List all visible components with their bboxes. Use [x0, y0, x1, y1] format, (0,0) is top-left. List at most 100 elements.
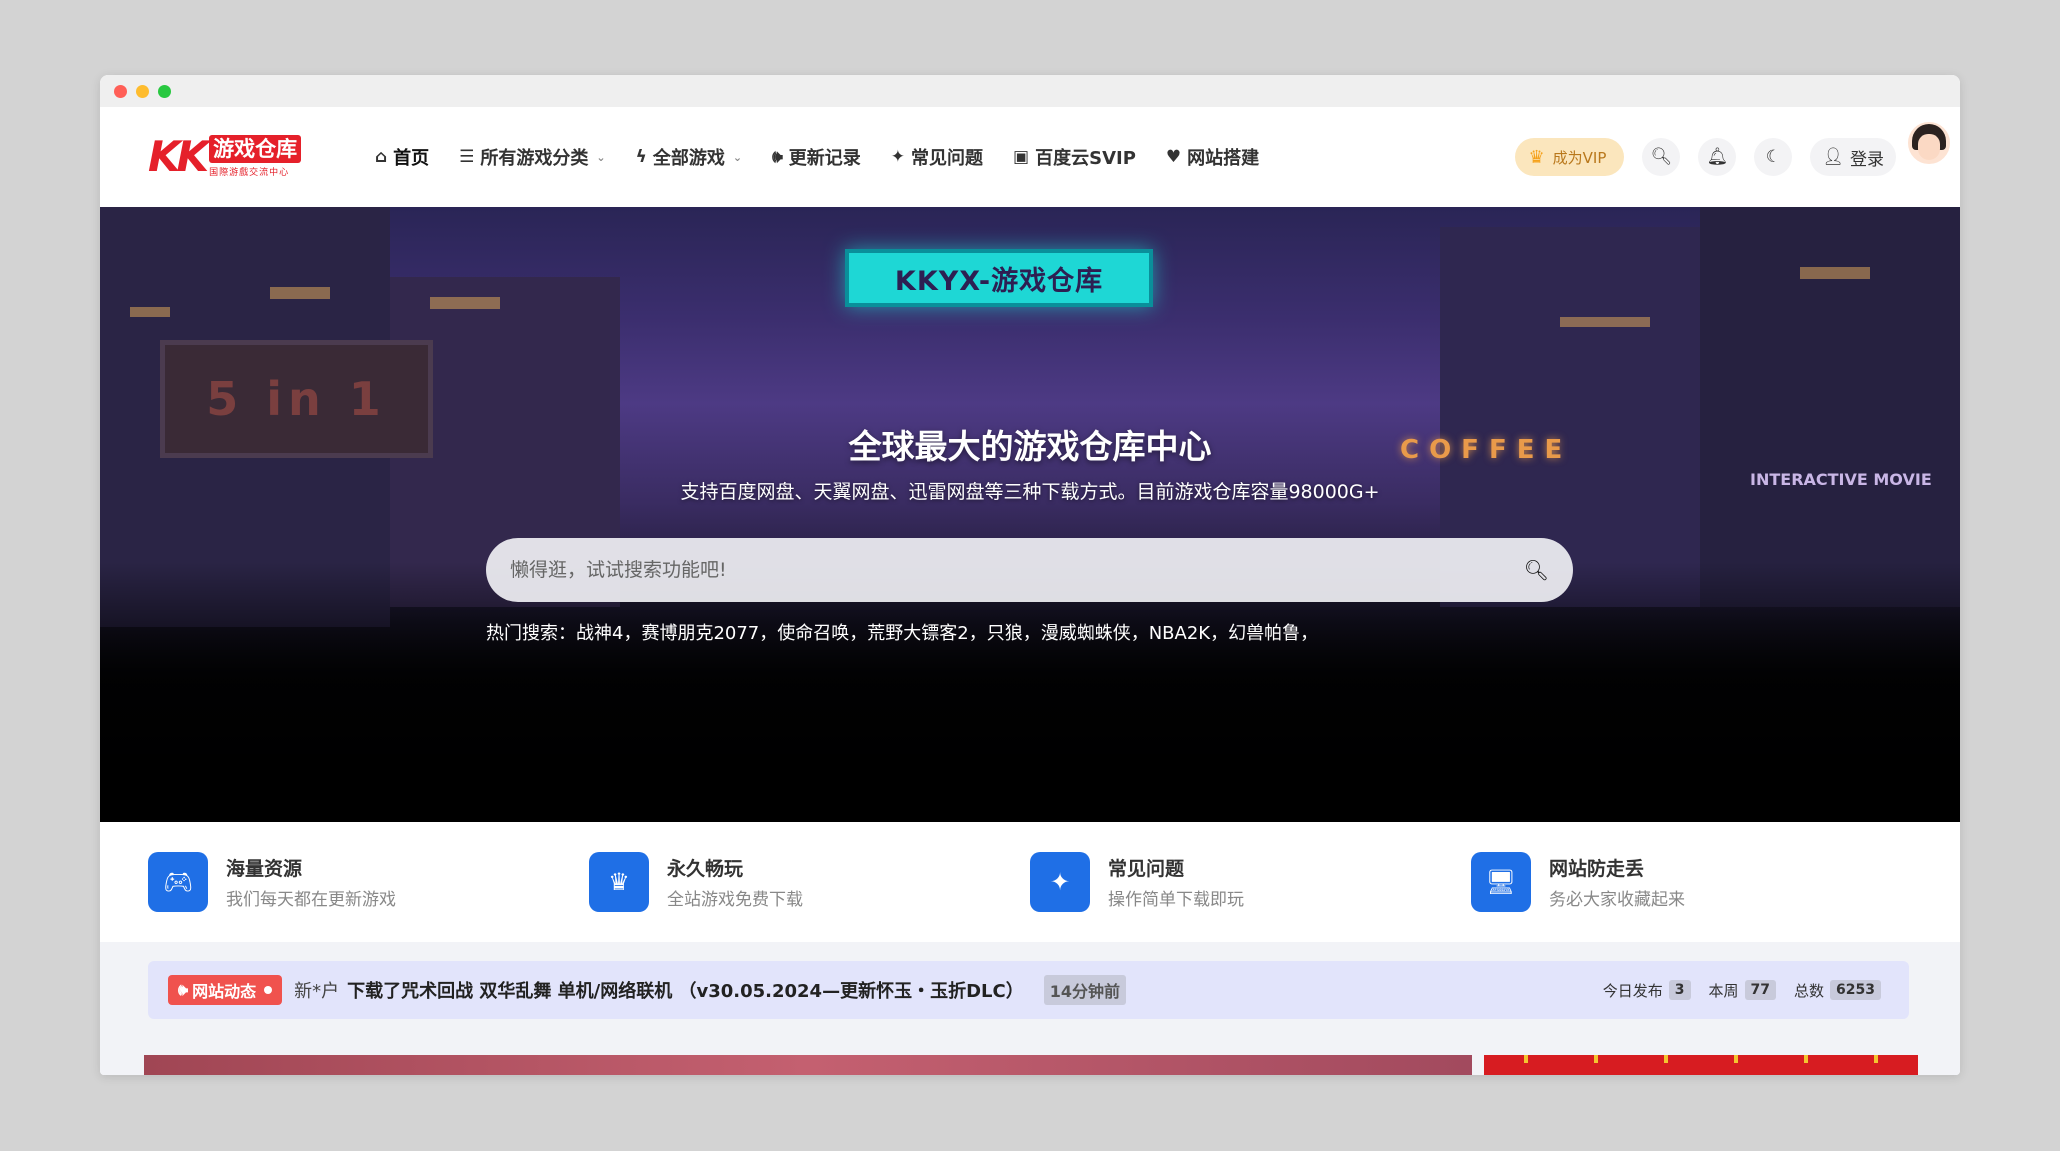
hot-search-item[interactable]: NBA2K，	[1149, 619, 1228, 645]
nav-item-faq[interactable]: ✦ 常见问题	[891, 144, 983, 170]
user-icon: 👤︎	[1822, 147, 1844, 167]
nav-item-site-building[interactable]: ♥ 网站搭建	[1166, 144, 1259, 170]
search-button[interactable]: 🔍︎	[1642, 138, 1681, 176]
publish-stats: 今日发布 3 本周 77 总数 6253	[1603, 961, 1881, 1019]
stat-value: 6253	[1830, 980, 1881, 1000]
feature-desc: 务必大家收藏起来	[1549, 890, 1685, 910]
content-area: 🕪 网站动态 新*户 下载了咒术回战 双华乱舞 单机/网络联机 （v30.05.…	[100, 942, 1960, 1075]
monitor-icon: 🖥︎	[1471, 852, 1531, 912]
hero-subtitle: 支持百度网盘、天翼网盘、迅雷网盘等三种下载方式。目前游戏仓库容量98000G+	[680, 481, 1380, 503]
hot-search-item[interactable]: 荒野大镖客2，	[867, 619, 986, 645]
feature-title: 永久畅玩	[667, 858, 744, 880]
search-icon: 🔍︎	[1650, 147, 1673, 167]
site-logo[interactable]: KK 游戏仓库 国際游戲交流中心	[148, 132, 302, 181]
avatar[interactable]	[1906, 120, 1952, 166]
nav-item-label: 首页	[393, 148, 430, 169]
login-label: 登录	[1850, 149, 1884, 170]
feature-desc: 我们每天都在更新游戏	[226, 890, 396, 910]
nav-item-all-categories[interactable]: ☰ 所有游戏分类 ⌄	[459, 144, 605, 170]
moon-icon: ☾	[1765, 147, 1782, 167]
feature-row: 🎮︎ 海量资源 我们每天都在更新游戏 ♛ 永久畅玩 全站游戏免费下载 ✦ 常见问…	[100, 822, 1960, 942]
hot-search-item[interactable]: 战神4，	[576, 619, 641, 645]
live-dot-icon	[264, 986, 273, 994]
minimize-window-button[interactable]	[136, 84, 149, 98]
feature-desc: 全站游戏免费下载	[667, 890, 803, 910]
nav-item-baidu-svip[interactable]: ▣ 百度云SVIP	[1013, 144, 1136, 170]
feature-desc: 操作简单下载即玩	[1108, 890, 1244, 910]
nav-item-label: 所有游戏分类	[480, 148, 589, 169]
logo-mark: KK	[148, 132, 209, 181]
featured-banner-left[interactable]	[144, 1055, 1472, 1075]
feature-title: 常见问题	[1108, 858, 1185, 880]
activity-time: 14分钟前	[1043, 975, 1126, 1005]
megaphone-icon: 🕪	[178, 980, 189, 999]
nav-item-update-log[interactable]: 🕪 更新记录	[772, 144, 861, 170]
nav-item-label: 常见问题	[911, 148, 984, 169]
stat-label: 本周	[1708, 981, 1739, 1000]
stat-label: 总数	[1794, 981, 1825, 1000]
home-icon: ⌂	[375, 147, 388, 167]
hot-search-item[interactable]: 赛博朋克2077，	[641, 619, 777, 645]
site-activity-badge: 🕪 网站动态	[168, 975, 283, 1005]
featured-banner-right[interactable]	[1484, 1055, 1918, 1075]
browser-window: KK 游戏仓库 国際游戲交流中心 ⌂ 首页 ☰ 所有游戏分类 ⌄ ϟ 全部游戏 …	[100, 75, 1960, 1075]
feature-title: 网站防走丢	[1549, 858, 1645, 880]
feature-item[interactable]: ♛ 永久畅玩 全站游戏免费下载	[589, 852, 1030, 912]
stat-value: 77	[1744, 980, 1777, 1000]
hot-search-item[interactable]: 漫威蜘蛛侠，	[1041, 619, 1149, 645]
chevron-down-icon: ⌄	[732, 150, 743, 164]
search-icon[interactable]: 🔍︎	[1524, 558, 1549, 582]
vip-label: 成为VIP	[1552, 148, 1607, 167]
hot-search-label: 热门搜索：	[486, 623, 576, 644]
hero-search-box: 🔍︎	[486, 538, 1573, 602]
stat-label: 今日发布	[1602, 981, 1663, 1000]
puzzle-icon: ✦	[890, 147, 906, 167]
hot-search-item[interactable]: 使命召唤，	[777, 619, 867, 645]
nav-item-all-games[interactable]: ϟ 全部游戏 ⌄	[636, 144, 742, 170]
neon-sign: KKYX-游戏仓库	[845, 249, 1153, 307]
dark-mode-toggle[interactable]: ☾	[1754, 138, 1793, 176]
notification-button[interactable]: 🔔︎	[1698, 138, 1737, 176]
hero-banner: 5 in 1 KKYX-游戏仓库 COFFEE INTERACTIVE MOVI…	[100, 207, 1960, 822]
header-actions: ♛ 成为VIP 🔍︎ 🔔︎ ☾ 👤︎ 登录	[1514, 107, 1952, 207]
feature-item[interactable]: ✦ 常见问题 操作简单下载即玩	[1030, 852, 1471, 912]
stat-value: 3	[1668, 980, 1691, 1000]
bolt-icon: ϟ	[635, 147, 647, 167]
building-window	[430, 297, 500, 309]
hot-search-item[interactable]: 只狼，	[987, 619, 1041, 645]
feature-item[interactable]: 🎮︎ 海量资源 我们每天都在更新游戏	[148, 852, 589, 912]
chevron-down-icon: ⌄	[596, 150, 606, 164]
site-activity-bar: 🕪 网站动态 新*户 下载了咒术回战 双华乱舞 单机/网络联机 （v30.05.…	[148, 961, 1909, 1019]
gamepad-icon: 🎮︎	[148, 852, 208, 912]
activity-text[interactable]: 下载了咒术回战 双华乱舞 单机/网络联机 （v30.05.2024—更新怀玉・玉…	[347, 977, 1024, 1003]
main-nav: ⌂ 首页 ☰ 所有游戏分类 ⌄ ϟ 全部游戏 ⌄ 🕪 更新记录 ✦ 常见问题 ▣…	[375, 107, 1259, 207]
heart-icon: ♥	[1165, 147, 1182, 167]
list-icon: ☰	[459, 147, 475, 167]
badge-label: 网站动态	[192, 982, 257, 1001]
vimeo-icon: ▣	[1013, 147, 1030, 167]
puzzle-icon: ✦	[1030, 852, 1090, 912]
hero-title: 全球最大的游戏仓库中心	[848, 427, 1212, 466]
activity-user: 新*户	[294, 981, 340, 1002]
hot-search-item[interactable]: 幻兽帕鲁，	[1228, 619, 1318, 645]
megaphone-icon: 🕪	[772, 147, 783, 167]
logo-text-box: 游戏仓库 国際游戲交流中心	[209, 135, 302, 178]
login-button[interactable]: 👤︎ 登录	[1810, 138, 1896, 176]
close-window-button[interactable]	[114, 84, 127, 98]
nav-item-label: 更新记录	[788, 148, 861, 169]
maximize-window-button[interactable]	[158, 84, 171, 98]
feature-item[interactable]: 🖥︎ 网站防走丢 务必大家收藏起来	[1471, 852, 1912, 912]
search-input[interactable]	[510, 559, 1524, 581]
nav-item-label: 全部游戏	[652, 148, 725, 169]
become-vip-button[interactable]: ♛ 成为VIP	[1514, 138, 1625, 176]
feature-title: 海量资源	[226, 858, 303, 880]
nav-item-label: 网站搭建	[1187, 148, 1260, 169]
logo-title: 游戏仓库	[209, 135, 302, 163]
nav-item-label: 百度云SVIP	[1035, 148, 1136, 169]
crown-icon: ♛	[1528, 146, 1545, 168]
logo-subtitle: 国際游戲交流中心	[209, 168, 290, 178]
site-header: KK 游戏仓库 国際游戲交流中心 ⌂ 首页 ☰ 所有游戏分类 ⌄ ϟ 全部游戏 …	[100, 107, 1960, 207]
hot-search: 热门搜索： 战神4， 赛博朋克2077， 使命召唤， 荒野大镖客2， 只狼， 漫…	[486, 619, 1318, 645]
building-window	[1560, 317, 1650, 327]
nav-item-home[interactable]: ⌂ 首页	[375, 144, 429, 170]
